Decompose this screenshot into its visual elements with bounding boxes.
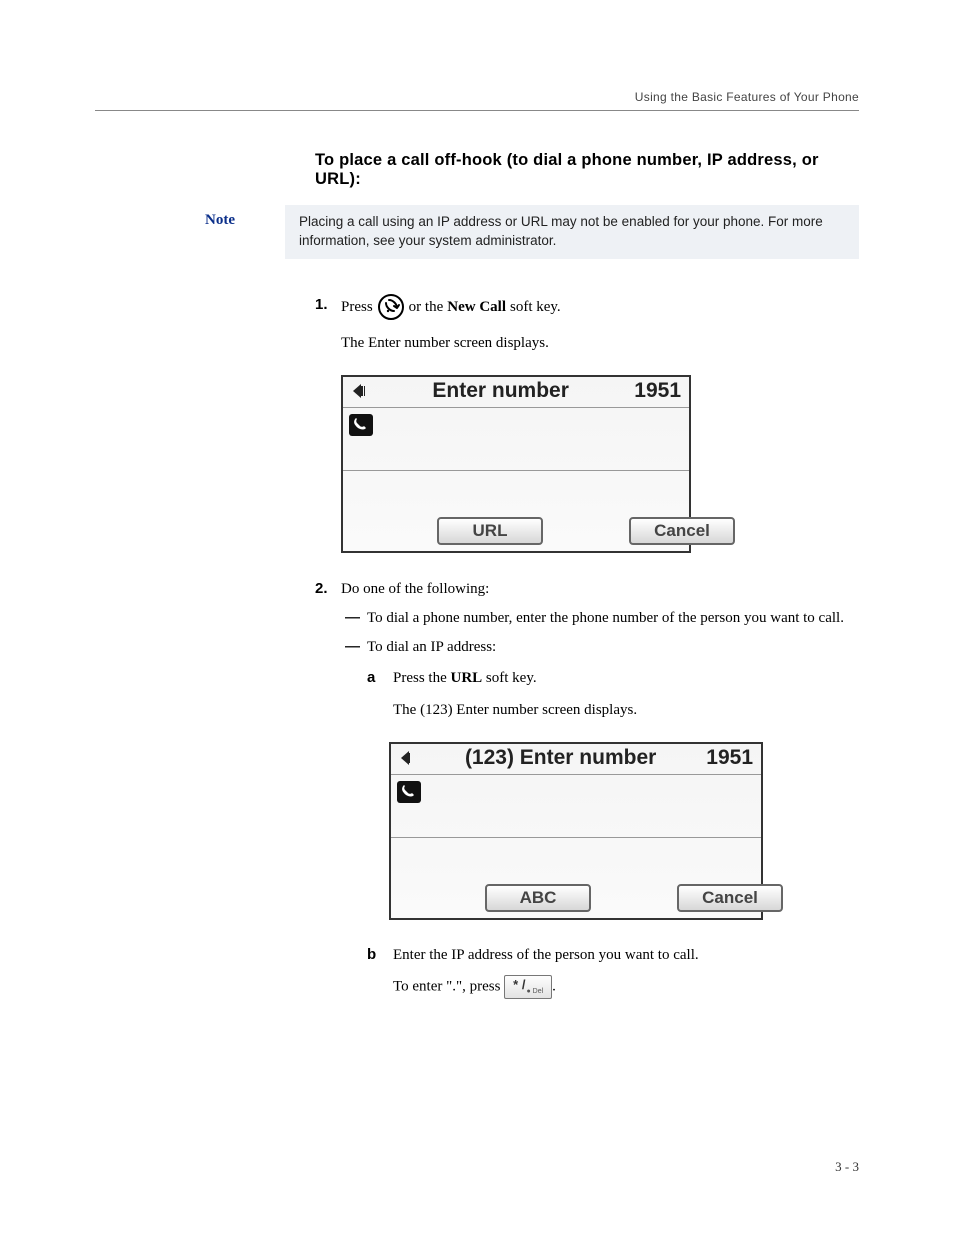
step1-orthe: or the: [409, 295, 444, 319]
step-1: 1. Press or the New Call soft key.: [315, 293, 859, 369]
note-label: Note: [205, 205, 285, 229]
note-text: Placing a call using an IP address or UR…: [285, 205, 859, 259]
phone-screen-figure-2: (123) Enter number 1951 ABC Cancel: [389, 742, 763, 920]
step1-newcall: New Call: [447, 295, 506, 319]
substep-a-url: URL: [451, 670, 483, 686]
step-number: 2.: [315, 577, 341, 601]
note-block: Note Placing a call using an IP address …: [205, 205, 859, 259]
back-arrow-icon: [397, 748, 415, 768]
page-number: 3 - 3: [835, 1159, 859, 1175]
softkey-cancel: Cancel: [677, 884, 783, 912]
dial-key-icon: [377, 293, 405, 321]
screen-extension: 1951: [706, 746, 755, 770]
step2-option-phone: To dial a phone number, enter the phone …: [367, 607, 844, 630]
running-header: Using the Basic Features of Your Phone: [95, 90, 859, 104]
softkey-cancel: Cancel: [629, 517, 735, 545]
softkey-abc: ABC: [485, 884, 591, 912]
step2-option-ip: To dial an IP address:: [367, 636, 496, 659]
substep-letter: b: [367, 944, 393, 967]
substep-b: b Enter the IP address of the person you…: [367, 944, 859, 1009]
phone-screen-figure-1: Enter number 1951 URL Cancel: [341, 375, 691, 553]
dash-bullet: —: [345, 636, 367, 659]
substep-letter: a: [367, 667, 393, 690]
screen-title: Enter number: [367, 379, 634, 403]
substep-a: a Press the URL soft key. The (123) Ente…: [367, 667, 859, 732]
substep-a-press: Press the: [393, 670, 447, 686]
step1-desc: The Enter number screen displays.: [341, 331, 859, 355]
handset-icon: [397, 781, 421, 803]
substep-b-period: .: [552, 978, 556, 994]
back-arrow-icon: [349, 381, 367, 401]
substep-b-enter: To enter ".", press: [393, 978, 500, 994]
substep-a-desc: The (123) Enter number screen displays.: [393, 699, 637, 722]
step2-intro: Do one of the following:: [341, 581, 489, 597]
star-key-icon: * /● Del: [504, 975, 552, 999]
section-heading: To place a call off-hook (to dial a phon…: [315, 151, 859, 189]
substep-a-softkey: soft key.: [486, 670, 537, 686]
header-rule: [95, 110, 859, 111]
softkey-url: URL: [437, 517, 543, 545]
screen-extension: 1951: [634, 379, 683, 403]
step-number: 1.: [315, 293, 341, 317]
handset-icon: [349, 414, 373, 436]
step1-softkey: soft key.: [510, 295, 561, 319]
step1-press: Press: [341, 295, 373, 319]
substep-b-line1: Enter the IP address of the person you w…: [393, 947, 699, 963]
dash-bullet: —: [345, 607, 367, 630]
screen-title: (123) Enter number: [415, 746, 706, 770]
step-2: 2. Do one of the following: — To dial a …: [315, 577, 859, 736]
